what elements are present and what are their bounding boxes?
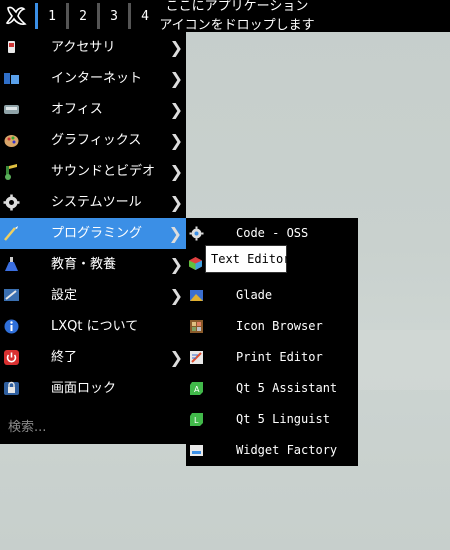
menu-item-accessories[interactable]: アクセサリ ❯ (0, 32, 186, 63)
menu-item-label: プログラミング (51, 226, 143, 241)
qt-linguist-icon: L (190, 413, 203, 426)
menu-item-label: 画面ロック (51, 381, 117, 396)
menu-item-leave[interactable]: 終了 ❯ (0, 342, 186, 373)
menu-item-office[interactable]: オフィス ❯ (0, 94, 186, 125)
desktop-2-button[interactable]: 2 (69, 0, 97, 32)
submenu-item-label: Qt 5 Linguist (236, 412, 330, 426)
menu-item-label: グラフィックス (51, 133, 142, 148)
lock-screen-icon (4, 381, 19, 395)
chevron-right-icon: ❯ (169, 38, 183, 57)
submenu-item-glade[interactable]: Glade (186, 280, 358, 311)
system-tools-icon (3, 194, 20, 211)
submenu-item-label: Icon Browser (236, 319, 323, 333)
education-icon (5, 257, 18, 271)
submenu-item-widget-factory[interactable]: Widget Factory (186, 435, 358, 466)
start-menu-button[interactable] (0, 0, 32, 32)
menu-item-settings[interactable]: 設定 ❯ (0, 280, 186, 311)
office-icon (4, 105, 19, 114)
menu-item-education[interactable]: 教育・教養 ❯ (0, 249, 186, 280)
sound-video-icon (5, 164, 17, 180)
submenu-item-qt-linguist[interactable]: L Qt 5 Linguist (186, 404, 358, 435)
submenu-item-label: Qt 5 Assistant (236, 381, 338, 395)
chevron-right-icon: ❯ (169, 69, 183, 88)
chevron-right-icon: ❯ (169, 348, 183, 367)
menu-item-label: サウンドとビデオ (51, 164, 156, 179)
menu-item-label: 終了 (51, 350, 78, 365)
menu-item-label: オフィス (51, 102, 103, 117)
desktop-3-button[interactable]: 3 (100, 0, 128, 32)
chevron-right-icon: ❯ (169, 193, 183, 212)
accessories-icon (8, 41, 15, 53)
graphics-icon (4, 135, 19, 147)
main-menu: アクセサリ ❯ インターネット ❯ オフィス ❯ グラフィックス ❯ サウンドと… (0, 32, 358, 444)
desktop-1-button[interactable]: 1 (38, 0, 66, 32)
print-editor-icon (190, 351, 203, 364)
text-editor-icon (189, 257, 202, 270)
widget-factory-icon (190, 445, 203, 456)
menu-item-label: インターネット (51, 71, 143, 86)
submenu-item-qt-assistant[interactable]: A Qt 5 Assistant (186, 373, 358, 404)
menu-item-lock-screen[interactable]: 画面ロック (0, 373, 186, 404)
glade-icon (190, 290, 203, 301)
menu-item-label: システムツール (51, 195, 142, 210)
about-icon (4, 319, 19, 334)
top-panel: 1 2 3 4 ここにアプリケーション アイコンをドロップします (0, 0, 450, 35)
submenu-item-label: Print Editor (236, 350, 323, 364)
internet-icon (4, 73, 19, 84)
desktop-band (358, 330, 450, 390)
power-icon (4, 350, 19, 365)
menu-item-internet[interactable]: インターネット ❯ (0, 63, 186, 94)
menu-item-label: アクセサリ (51, 40, 116, 55)
menu-item-about[interactable]: LXQt について (0, 311, 186, 342)
search-input[interactable]: 検索... (8, 416, 46, 435)
qt-assistant-icon: A (190, 382, 203, 395)
lxqt-logo-icon (5, 6, 27, 25)
menu-item-system-tools[interactable]: システムツール ❯ (0, 187, 186, 218)
chevron-right-icon: ❯ (169, 100, 183, 119)
menu-item-label: LXQt について (51, 319, 139, 334)
menu-item-sound-video[interactable]: サウンドとビデオ ❯ (0, 156, 186, 187)
chevron-right-icon: ❯ (168, 224, 182, 243)
chevron-right-icon: ❯ (169, 255, 183, 274)
drop-hint-line1: ここにアプリケーション (165, 0, 309, 14)
menu-item-label: 教育・教養 (51, 257, 117, 272)
code-oss-icon (189, 226, 204, 241)
chevron-right-icon: ❯ (169, 131, 183, 150)
svg-text:A: A (194, 385, 200, 394)
menu-item-graphics[interactable]: グラフィックス ❯ (0, 125, 186, 156)
submenu-item-icon-browser[interactable]: Icon Browser (186, 311, 358, 342)
tooltip: Text Editor (205, 245, 290, 273)
submenu-item-print-editor[interactable]: Print Editor (186, 342, 358, 373)
icon-browser-icon (190, 320, 203, 333)
svg-text:L: L (194, 416, 199, 425)
chevron-right-icon: ❯ (169, 286, 183, 305)
settings-icon (4, 289, 19, 301)
menu-item-label: 設定 (51, 288, 78, 303)
programming-icon (4, 226, 18, 241)
quicklaunch-drop-area[interactable]: ここにアプリケーション アイコンをドロップします (152, 0, 322, 35)
submenu-item-label: Glade (236, 288, 273, 302)
chevron-right-icon: ❯ (169, 162, 183, 181)
submenu-item-label: Widget Factory (236, 443, 338, 457)
